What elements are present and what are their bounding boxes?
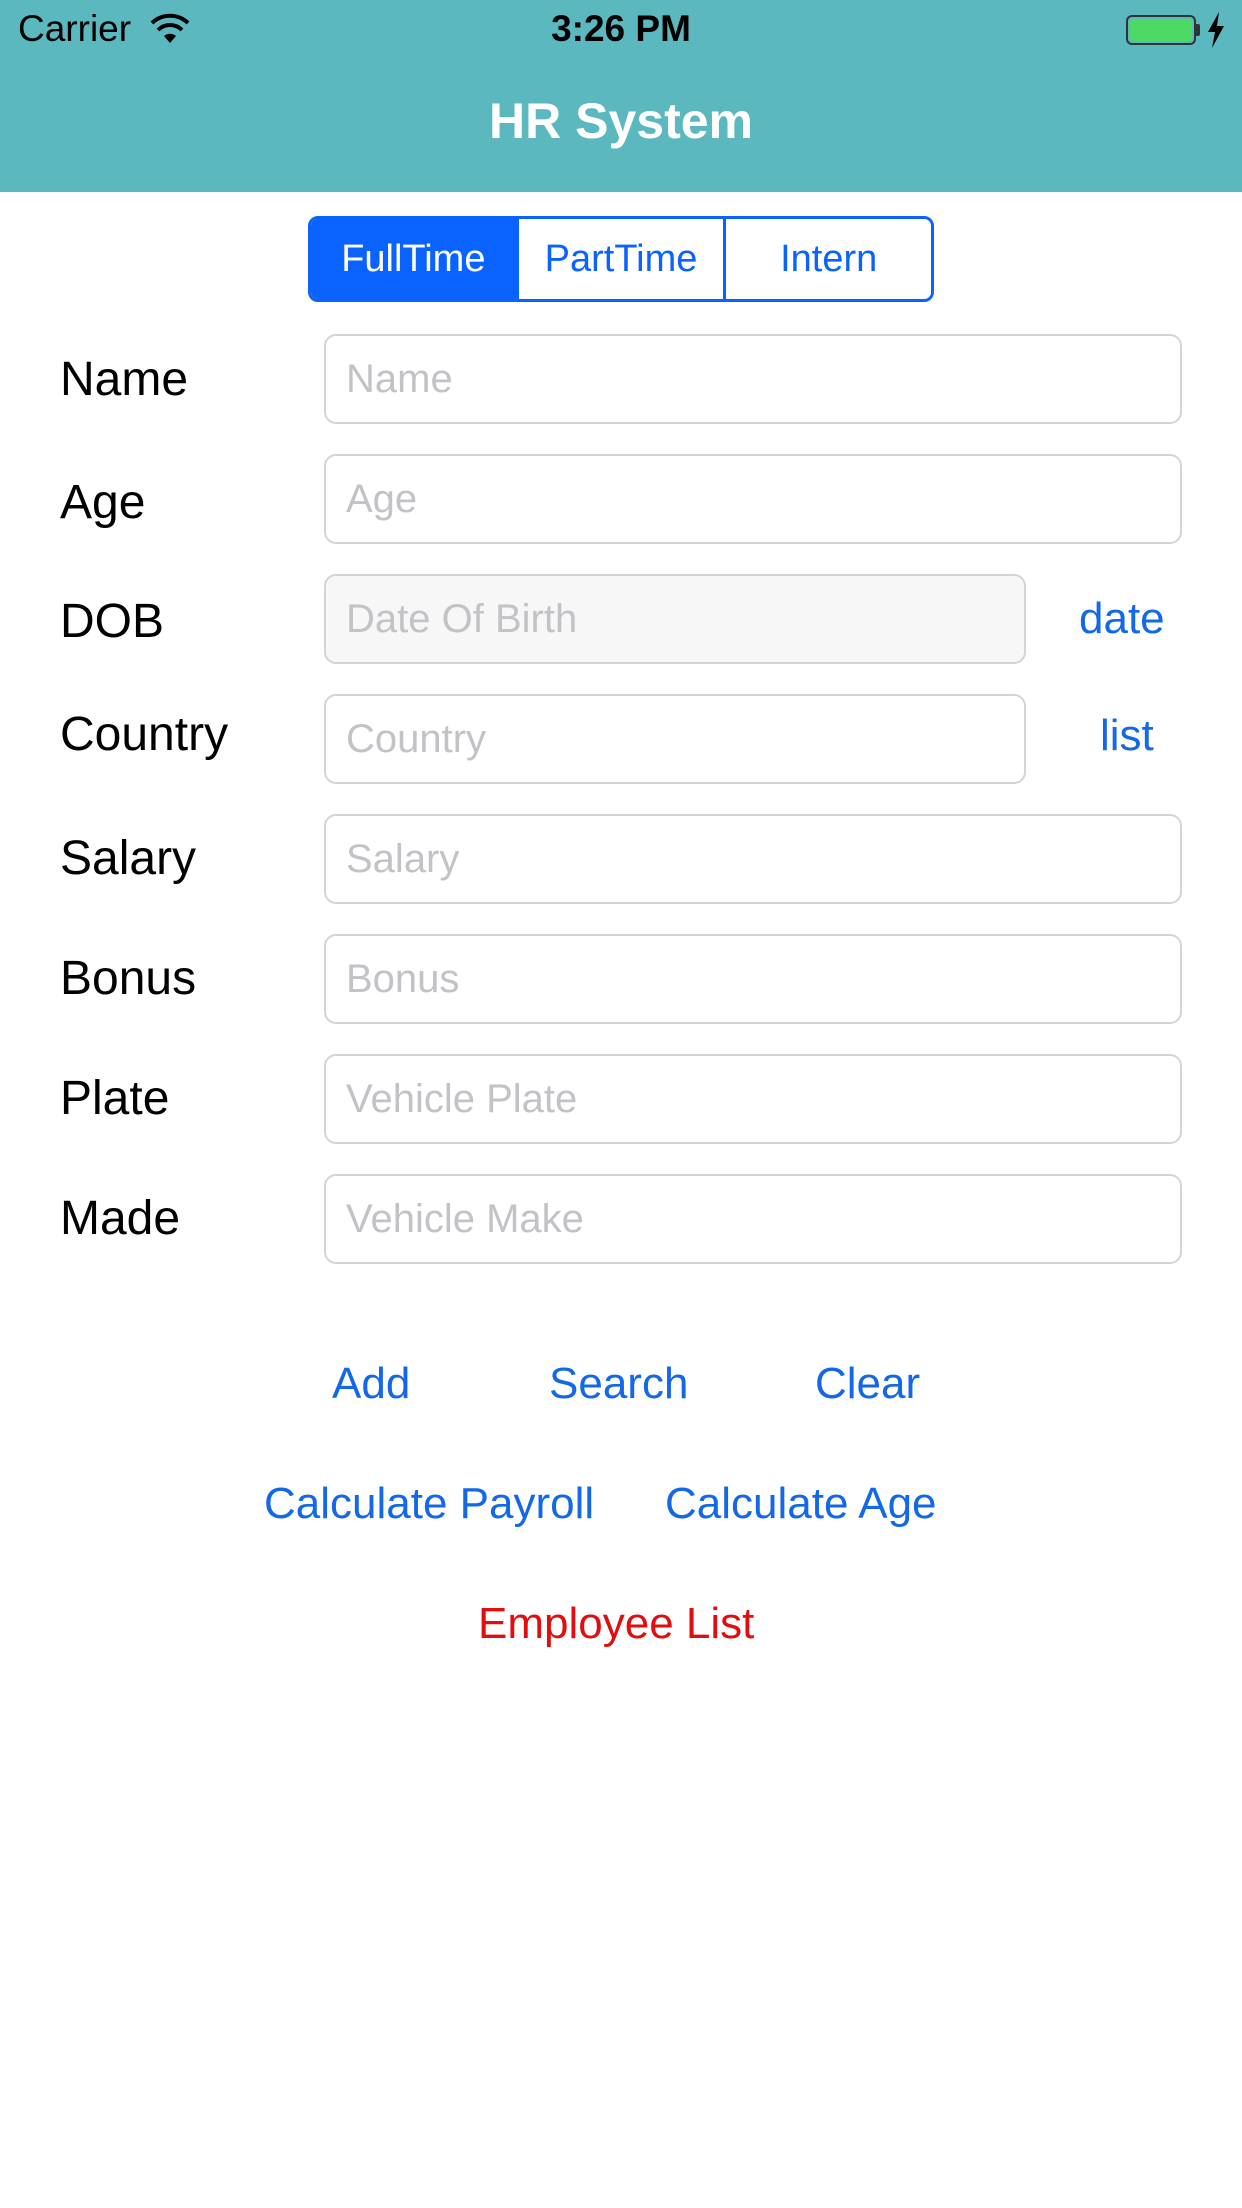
vehicle-make-field[interactable] <box>324 1174 1182 1264</box>
calculate-age-button[interactable]: Calculate Age <box>665 1474 937 1534</box>
country-field[interactable] <box>324 694 1026 784</box>
charging-bolt-icon <box>1208 12 1224 48</box>
segment-parttime[interactable]: PartTime <box>515 219 724 299</box>
employee-list-button[interactable]: Employee List <box>478 1594 754 1654</box>
plate-label: Plate <box>60 1072 170 1125</box>
age-field[interactable] <box>324 454 1182 544</box>
segment-fulltime[interactable]: FullTime <box>311 219 516 299</box>
age-label: Age <box>60 476 146 529</box>
employee-type-segmented-control: FullTime PartTime Intern <box>308 216 934 302</box>
page-title: HR System <box>489 93 753 149</box>
made-label: Made <box>60 1192 181 1245</box>
bonus-field[interactable] <box>324 934 1182 1024</box>
country-list-button[interactable]: list <box>1100 706 1154 766</box>
name-label: Name <box>60 353 189 406</box>
search-button[interactable]: Search <box>549 1354 688 1414</box>
status-time: 3:26 PM <box>551 8 691 49</box>
date-of-birth-field[interactable] <box>324 574 1026 664</box>
clear-button[interactable]: Clear <box>815 1354 920 1414</box>
salary-field[interactable] <box>324 814 1182 904</box>
vehicle-plate-field[interactable] <box>324 1054 1182 1144</box>
add-button[interactable]: Add <box>332 1354 410 1414</box>
dob-label: DOB <box>60 595 165 648</box>
status-bar: Carrier 3:26 PM <box>0 0 1242 60</box>
date-picker-button[interactable]: date <box>1079 589 1165 649</box>
battery-icon <box>1126 15 1196 45</box>
salary-label: Salary <box>60 832 197 885</box>
bonus-label: Bonus <box>60 952 197 1005</box>
calculate-payroll-button[interactable]: Calculate Payroll <box>264 1474 594 1534</box>
segment-intern[interactable]: Intern <box>723 219 931 299</box>
battery-tip <box>1196 24 1200 36</box>
nav-bar: Carrier 3:26 PM HR System <box>0 0 1242 192</box>
country-label: Country <box>60 708 229 761</box>
name-field[interactable] <box>324 334 1182 424</box>
